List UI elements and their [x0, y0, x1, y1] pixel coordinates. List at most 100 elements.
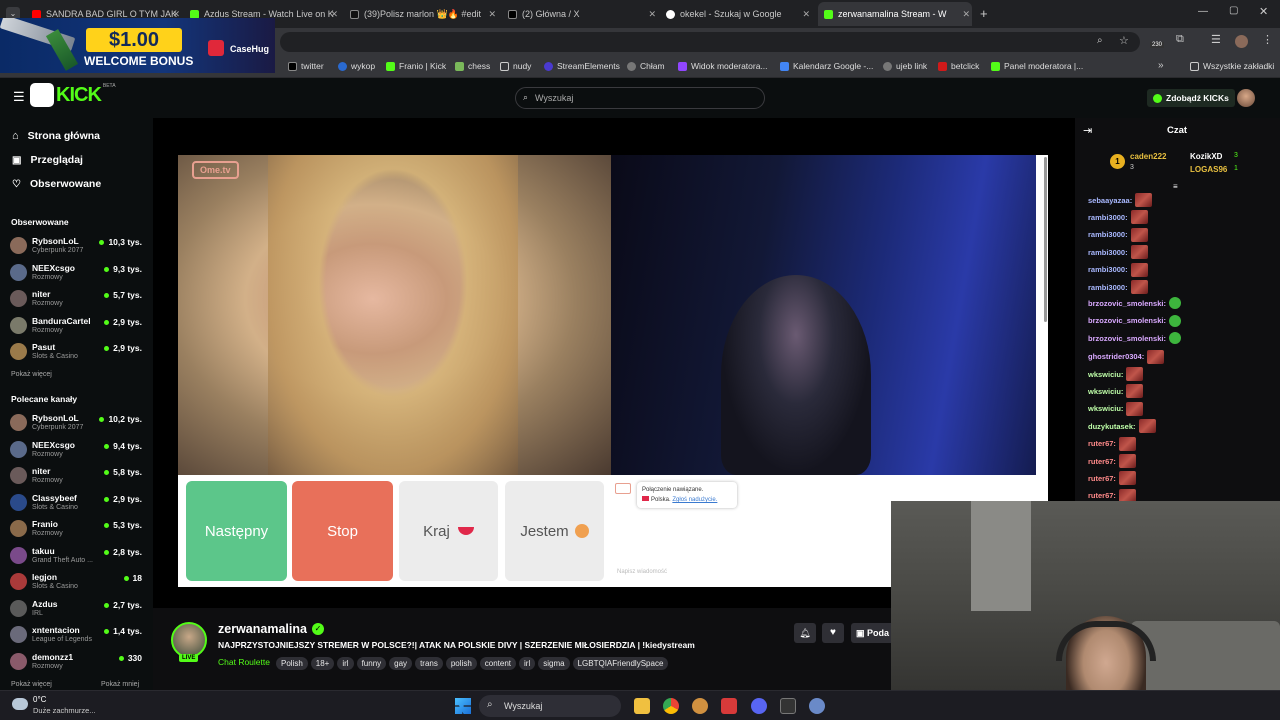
tag[interactable]: irl	[337, 657, 354, 670]
category-link[interactable]: Chat Roulette	[218, 657, 270, 667]
bookmark[interactable]: Widok moderatora...	[678, 61, 768, 71]
star-icon[interactable]: ☆	[1119, 34, 1129, 47]
chat-username[interactable]: ruter67:	[1088, 457, 1116, 466]
file-explorer-icon[interactable]	[634, 698, 650, 714]
sidebar-channel[interactable]: legjon Slots & Casino 18	[10, 570, 148, 596]
extension-badge[interactable]: 230	[1150, 42, 1165, 48]
bookmark[interactable]: betclick	[938, 61, 979, 71]
chat-username[interactable]: rambi3000:	[1088, 248, 1128, 257]
sidebar-channel[interactable]: takuu Grand Theft Auto ... 2,8 tys.	[10, 544, 148, 570]
browser-tab[interactable]: (39)Polisz marlon 👑🔥 #edit ✕	[350, 4, 498, 24]
bookmark[interactable]: twitter	[288, 61, 324, 71]
reading-list-icon[interactable]: ☰	[1211, 33, 1221, 46]
close-icon[interactable]: ✕	[488, 9, 496, 20]
sidebar-channel[interactable]: NEEXcsgo Rozmowy 9,4 tys.	[10, 438, 148, 464]
get-kicks-button[interactable]: Zdobądź KICKs	[1147, 89, 1235, 107]
settings-icon[interactable]	[809, 698, 825, 714]
extensions-icon[interactable]: ⧉	[1176, 33, 1184, 46]
sidebar-channel[interactable]: Azdus IRL 2,7 tys.	[10, 597, 148, 623]
bookmark[interactable]: Chłam	[627, 61, 665, 71]
sidebar-channel[interactable]: xntentacion League of Legends 1,4 tys.	[10, 623, 148, 649]
chat-username[interactable]: wkswiciu:	[1088, 404, 1123, 413]
chat-username[interactable]: ruter67:	[1088, 491, 1116, 500]
tag[interactable]: polish	[445, 657, 477, 670]
message-input[interactable]: Napisz wiadomość	[617, 569, 667, 575]
channel-avatar[interactable]	[171, 622, 207, 658]
show-more-link[interactable]: Pokaż więcej	[11, 681, 52, 688]
tag[interactable]: sigma	[538, 657, 570, 670]
nav-home[interactable]: ⌂ Strona główna	[12, 130, 100, 142]
tag[interactable]: Polish	[275, 657, 308, 670]
gifter-name[interactable]: KozikXD	[1190, 152, 1222, 161]
chrome-icon[interactable]	[663, 698, 679, 714]
zoom-icon[interactable]: ⌕	[1097, 35, 1103, 46]
close-window-button[interactable]: ✕	[1259, 5, 1268, 18]
bookmark[interactable]: chess	[455, 61, 490, 71]
next-button[interactable]: Następny	[186, 481, 287, 581]
weather-desc[interactable]: Duże zachmurze...	[33, 706, 96, 715]
tag[interactable]: content	[479, 657, 517, 670]
tag[interactable]: 18+	[310, 657, 335, 670]
show-less-link[interactable]: Pokaż mniej	[101, 681, 139, 688]
app-icon[interactable]	[692, 698, 708, 714]
user-avatar[interactable]	[1237, 89, 1255, 107]
close-icon[interactable]: ✕	[802, 9, 810, 20]
sidebar-channel[interactable]: niter Rozmowy 5,7 tys.	[10, 287, 148, 313]
sidebar-channel[interactable]: demonzz1 Rozmowy 330	[10, 650, 148, 676]
close-icon[interactable]: ✕	[648, 9, 656, 20]
new-tab-button[interactable]: +	[980, 6, 988, 21]
windows-start-icon[interactable]	[455, 698, 471, 714]
close-icon[interactable]: ✕	[962, 9, 970, 20]
taskbar-search[interactable]: ⌕ Wyszukaj	[479, 695, 621, 717]
browser-tab[interactable]: (2) Główna / X ✕	[508, 4, 658, 24]
kick-logo[interactable]: KICK BETA	[30, 83, 116, 107]
show-more-link[interactable]: Pokaż więcej	[11, 371, 52, 378]
tag[interactable]: funny	[356, 657, 387, 670]
sidebar-channel[interactable]: RybsonLoL Cyberpunk 2077 10,2 tys.	[10, 411, 148, 437]
chat-username[interactable]: brzozovic_smolenski:	[1088, 299, 1166, 308]
sidebar-channel[interactable]: NEEXcsgo Rozmowy 9,3 tys.	[10, 261, 148, 287]
chat-username[interactable]: rambi3000:	[1088, 213, 1128, 222]
report-link[interactable]: Zgłoś nadużycie.	[672, 497, 717, 503]
sidebar-channel[interactable]: RybsonLoL Cyberpunk 2077 10,3 tys.	[10, 234, 148, 260]
chat-username[interactable]: wkswiciu:	[1088, 387, 1123, 396]
bookmark[interactable]: nudy	[500, 61, 531, 71]
sidebar-channel[interactable]: niter Rozmowy 5,8 tys.	[10, 464, 148, 490]
gift-button[interactable]: ▣ Poda	[851, 623, 893, 643]
tag[interactable]: gay	[389, 657, 413, 670]
menu-icon[interactable]: ⋮	[1262, 33, 1273, 46]
chat-username[interactable]: ghostrider0304:	[1088, 352, 1144, 361]
browser-tab[interactable]: okekel - Szukaj w Google ✕	[666, 4, 812, 24]
collapse-chat-icon[interactable]: ⇥	[1083, 124, 1092, 137]
chat-username[interactable]: brzozovic_smolenski:	[1088, 316, 1166, 325]
sidebar-channel[interactable]: Classybeef Slots & Casino 2,9 tys.	[10, 491, 148, 517]
tag[interactable]: irl	[519, 657, 536, 670]
chevron-right-icon[interactable]: »	[1158, 60, 1164, 71]
bookmark[interactable]: wykop	[338, 61, 375, 71]
search-box[interactable]: ⌕ Wyszukaj	[515, 87, 765, 109]
weather-temp[interactable]: 0°C	[33, 695, 46, 704]
nav-following[interactable]: ♡ Obserwowane	[12, 178, 101, 190]
discord-icon[interactable]	[751, 698, 767, 714]
chat-username[interactable]: rambi3000:	[1088, 230, 1128, 239]
stop-button[interactable]: Stop	[292, 481, 393, 581]
chat-username[interactable]: sebaayazaa:	[1088, 196, 1132, 205]
country-button[interactable]: Kraj	[399, 481, 498, 581]
chat-username[interactable]: brzozovic_smolenski:	[1088, 334, 1166, 343]
bookmark[interactable]: Panel moderatora |...	[991, 61, 1083, 71]
close-icon[interactable]: ✕	[330, 9, 338, 20]
channel-name[interactable]: zerwanamalina	[218, 622, 307, 636]
sidebar-channel[interactable]: Pasut Slots & Casino 2,9 tys.	[10, 340, 148, 366]
bookmark[interactable]: StreamElements	[544, 61, 620, 71]
gender-button[interactable]: Jestem	[505, 481, 604, 581]
tag[interactable]: LGBTQIAFriendlySpace	[572, 657, 669, 670]
sidebar-channel[interactable]: BanduraCartel Rozmowy 2,9 tys.	[10, 314, 148, 340]
bookmark[interactable]: ujeb link	[883, 61, 927, 71]
minimize-button[interactable]: —	[1198, 6, 1208, 17]
filter-icon[interactable]: ≡	[1173, 182, 1178, 191]
url-field[interactable]	[280, 32, 1140, 52]
terminal-icon[interactable]	[780, 698, 796, 714]
ad-banner[interactable]: $1.00 WELCOME BONUS CaseHug	[0, 18, 275, 73]
tag[interactable]: trans	[415, 657, 443, 670]
chat-username[interactable]: ruter67:	[1088, 474, 1116, 483]
